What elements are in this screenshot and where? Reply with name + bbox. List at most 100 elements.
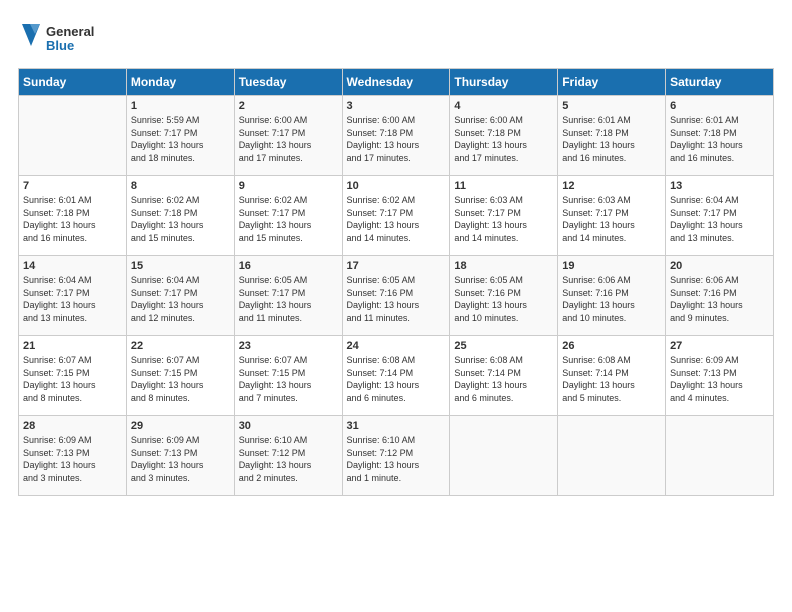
calendar-cell: 9 Sunrise: 6:02 AM Sunset: 7:17 PM Daylig… bbox=[234, 176, 342, 256]
day-info: Sunrise: 6:05 AM Sunset: 7:16 PM Dayligh… bbox=[347, 274, 446, 324]
day-info: Sunrise: 6:09 AM Sunset: 7:13 PM Dayligh… bbox=[670, 354, 769, 404]
day-number: 30 bbox=[239, 420, 338, 432]
day-info: Sunrise: 6:00 AM Sunset: 7:18 PM Dayligh… bbox=[347, 114, 446, 164]
calendar-cell: 24Sunrise: 6:08 AM Sunset: 7:14 PM Dayli… bbox=[342, 336, 450, 416]
day-info: Sunrise: 6:02 AM Sunset: 7:17 PM Dayligh… bbox=[347, 194, 446, 244]
calendar-table: SundayMondayTuesdayWednesdayThursdayFrid… bbox=[18, 68, 774, 496]
day-info: Sunrise: 5:59 AM Sunset: 7:17 PM Dayligh… bbox=[131, 114, 230, 164]
calendar-cell: 11 Sunrise: 6:03 AM Sunset: 7:17 PM Dayli… bbox=[450, 176, 558, 256]
calendar-week-2: 7 Sunrise: 6:01 AM Sunset: 7:18 PM Daylig… bbox=[19, 176, 774, 256]
calendar-cell: 23 Sunrise: 6:07 AM Sunset: 7:15 PM Dayli… bbox=[234, 336, 342, 416]
calendar-cell: 17 Sunrise: 6:05 AM Sunset: 7:16 PM Dayli… bbox=[342, 256, 450, 336]
day-info: Sunrise: 6:00 AM Sunset: 7:17 PM Dayligh… bbox=[239, 114, 338, 164]
day-info: Sunrise: 6:04 AM Sunset: 7:17 PM Dayligh… bbox=[23, 274, 122, 324]
day-info: Sunrise: 6:06 AM Sunset: 7:16 PM Dayligh… bbox=[670, 274, 769, 324]
day-number: 15 bbox=[131, 260, 230, 272]
day-number: 4 bbox=[454, 100, 553, 112]
day-number: 26 bbox=[562, 340, 661, 352]
calendar-cell: 21Sunrise: 6:07 AM Sunset: 7:15 PM Dayli… bbox=[19, 336, 127, 416]
day-number: 31 bbox=[347, 420, 446, 432]
day-number: 27 bbox=[670, 340, 769, 352]
calendar-cell: 25 Sunrise: 6:08 AM Sunset: 7:14 PM Dayli… bbox=[450, 336, 558, 416]
day-number: 19 bbox=[562, 260, 661, 272]
day-number: 17 bbox=[347, 260, 446, 272]
calendar-cell: 2 Sunrise: 6:00 AM Sunset: 7:17 PM Daylig… bbox=[234, 96, 342, 176]
page-header: General Blue bbox=[18, 18, 774, 58]
logo-svg: General Blue bbox=[18, 18, 108, 58]
svg-text:Blue: Blue bbox=[46, 38, 74, 53]
calendar-cell: 28 Sunrise: 6:09 AM Sunset: 7:13 PM Dayli… bbox=[19, 416, 127, 496]
day-info: Sunrise: 6:05 AM Sunset: 7:17 PM Dayligh… bbox=[239, 274, 338, 324]
day-number: 25 bbox=[454, 340, 553, 352]
day-number: 5 bbox=[562, 100, 661, 112]
weekday-header-sunday: Sunday bbox=[19, 69, 127, 96]
day-number: 9 bbox=[239, 180, 338, 192]
day-info: Sunrise: 6:07 AM Sunset: 7:15 PM Dayligh… bbox=[23, 354, 122, 404]
day-info: Sunrise: 6:02 AM Sunset: 7:17 PM Dayligh… bbox=[239, 194, 338, 244]
day-info: Sunrise: 6:06 AM Sunset: 7:16 PM Dayligh… bbox=[562, 274, 661, 324]
calendar-week-4: 21Sunrise: 6:07 AM Sunset: 7:15 PM Dayli… bbox=[19, 336, 774, 416]
weekday-header-saturday: Saturday bbox=[666, 69, 774, 96]
calendar-cell: 30 Sunrise: 6:10 AM Sunset: 7:12 PM Dayli… bbox=[234, 416, 342, 496]
calendar-week-5: 28 Sunrise: 6:09 AM Sunset: 7:13 PM Dayli… bbox=[19, 416, 774, 496]
calendar-cell: 18 Sunrise: 6:05 AM Sunset: 7:16 PM Dayli… bbox=[450, 256, 558, 336]
calendar-cell: 5 Sunrise: 6:01 AM Sunset: 7:18 PM Daylig… bbox=[558, 96, 666, 176]
day-info: Sunrise: 6:05 AM Sunset: 7:16 PM Dayligh… bbox=[454, 274, 553, 324]
day-number: 1 bbox=[131, 100, 230, 112]
day-info: Sunrise: 6:04 AM Sunset: 7:17 PM Dayligh… bbox=[670, 194, 769, 244]
day-info: Sunrise: 6:01 AM Sunset: 7:18 PM Dayligh… bbox=[23, 194, 122, 244]
day-info: Sunrise: 6:08 AM Sunset: 7:14 PM Dayligh… bbox=[347, 354, 446, 404]
day-number: 11 bbox=[454, 180, 553, 192]
weekday-header-monday: Monday bbox=[126, 69, 234, 96]
calendar-cell: 16 Sunrise: 6:05 AM Sunset: 7:17 PM Dayli… bbox=[234, 256, 342, 336]
calendar-cell: 29 Sunrise: 6:09 AM Sunset: 7:13 PM Dayli… bbox=[126, 416, 234, 496]
day-number: 29 bbox=[131, 420, 230, 432]
day-number: 2 bbox=[239, 100, 338, 112]
day-info: Sunrise: 6:09 AM Sunset: 7:13 PM Dayligh… bbox=[131, 434, 230, 484]
day-number: 22 bbox=[131, 340, 230, 352]
day-info: Sunrise: 6:04 AM Sunset: 7:17 PM Dayligh… bbox=[131, 274, 230, 324]
day-number: 12 bbox=[562, 180, 661, 192]
weekday-header-wednesday: Wednesday bbox=[342, 69, 450, 96]
svg-text:General: General bbox=[46, 24, 94, 39]
weekday-header-tuesday: Tuesday bbox=[234, 69, 342, 96]
day-info: Sunrise: 6:10 AM Sunset: 7:12 PM Dayligh… bbox=[347, 434, 446, 484]
day-number: 16 bbox=[239, 260, 338, 272]
calendar-cell: 26 Sunrise: 6:08 AM Sunset: 7:14 PM Dayli… bbox=[558, 336, 666, 416]
calendar-week-1: 1 Sunrise: 5:59 AM Sunset: 7:17 PM Daylig… bbox=[19, 96, 774, 176]
weekday-header-friday: Friday bbox=[558, 69, 666, 96]
calendar-cell bbox=[450, 416, 558, 496]
day-info: Sunrise: 6:01 AM Sunset: 7:18 PM Dayligh… bbox=[562, 114, 661, 164]
day-number: 7 bbox=[23, 180, 122, 192]
calendar-cell: 10 Sunrise: 6:02 AM Sunset: 7:17 PM Dayli… bbox=[342, 176, 450, 256]
day-number: 18 bbox=[454, 260, 553, 272]
day-info: Sunrise: 6:10 AM Sunset: 7:12 PM Dayligh… bbox=[239, 434, 338, 484]
calendar-cell: 12 Sunrise: 6:03 AM Sunset: 7:17 PM Dayli… bbox=[558, 176, 666, 256]
day-info: Sunrise: 6:08 AM Sunset: 7:14 PM Dayligh… bbox=[562, 354, 661, 404]
calendar-cell: 14Sunrise: 6:04 AM Sunset: 7:17 PM Dayli… bbox=[19, 256, 127, 336]
day-number: 28 bbox=[23, 420, 122, 432]
day-number: 3 bbox=[347, 100, 446, 112]
calendar-cell bbox=[19, 96, 127, 176]
day-number: 10 bbox=[347, 180, 446, 192]
calendar-cell: 20 Sunrise: 6:06 AM Sunset: 7:16 PM Dayli… bbox=[666, 256, 774, 336]
calendar-week-3: 14Sunrise: 6:04 AM Sunset: 7:17 PM Dayli… bbox=[19, 256, 774, 336]
day-info: Sunrise: 6:00 AM Sunset: 7:18 PM Dayligh… bbox=[454, 114, 553, 164]
day-info: Sunrise: 6:09 AM Sunset: 7:13 PM Dayligh… bbox=[23, 434, 122, 484]
calendar-cell: 27 Sunrise: 6:09 AM Sunset: 7:13 PM Dayli… bbox=[666, 336, 774, 416]
calendar-cell: 4 Sunrise: 6:00 AM Sunset: 7:18 PM Daylig… bbox=[450, 96, 558, 176]
day-number: 20 bbox=[670, 260, 769, 272]
day-number: 6 bbox=[670, 100, 769, 112]
logo: General Blue bbox=[18, 18, 108, 58]
weekday-header-row: SundayMondayTuesdayWednesdayThursdayFrid… bbox=[19, 69, 774, 96]
day-info: Sunrise: 6:03 AM Sunset: 7:17 PM Dayligh… bbox=[562, 194, 661, 244]
day-info: Sunrise: 6:02 AM Sunset: 7:18 PM Dayligh… bbox=[131, 194, 230, 244]
day-info: Sunrise: 6:07 AM Sunset: 7:15 PM Dayligh… bbox=[239, 354, 338, 404]
calendar-cell: 3 Sunrise: 6:00 AM Sunset: 7:18 PM Daylig… bbox=[342, 96, 450, 176]
day-info: Sunrise: 6:08 AM Sunset: 7:14 PM Dayligh… bbox=[454, 354, 553, 404]
calendar-cell: 19 Sunrise: 6:06 AM Sunset: 7:16 PM Dayli… bbox=[558, 256, 666, 336]
day-info: Sunrise: 6:07 AM Sunset: 7:15 PM Dayligh… bbox=[131, 354, 230, 404]
day-info: Sunrise: 6:03 AM Sunset: 7:17 PM Dayligh… bbox=[454, 194, 553, 244]
calendar-cell: 31 Sunrise: 6:10 AM Sunset: 7:12 PM Dayli… bbox=[342, 416, 450, 496]
day-number: 23 bbox=[239, 340, 338, 352]
